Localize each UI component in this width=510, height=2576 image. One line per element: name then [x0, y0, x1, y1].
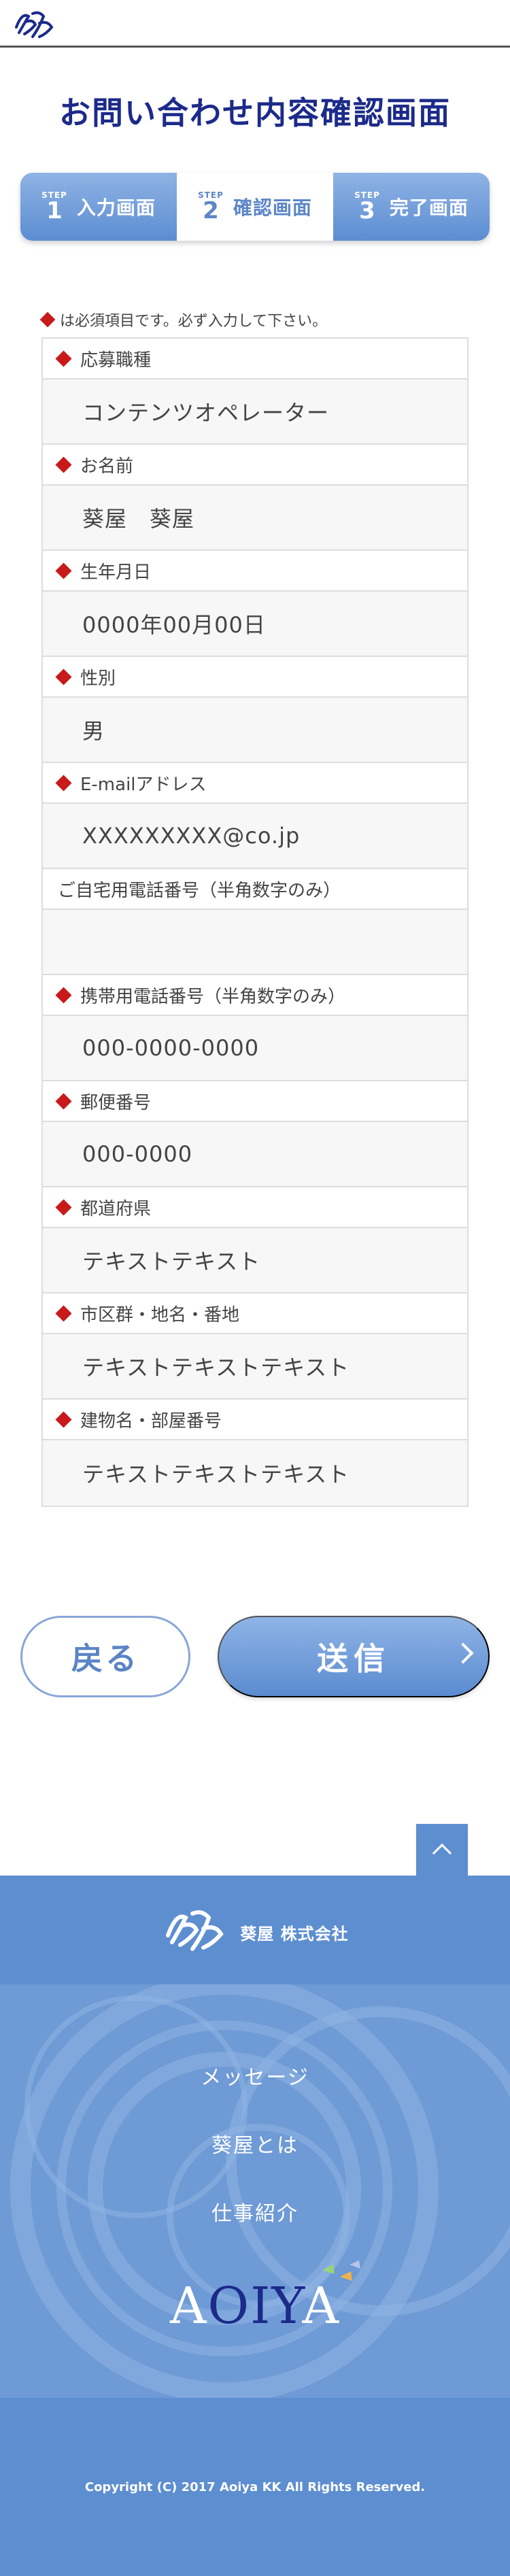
field-value-building: テキストテキストテキスト [43, 1440, 467, 1506]
required-diamond-icon [55, 1304, 72, 1322]
required-diamond-icon [55, 1092, 72, 1110]
footer-nav-works[interactable]: 仕事紹介 [0, 2194, 510, 2262]
chevron-up-icon [432, 1843, 452, 1863]
footer-nav-about[interactable]: 葵屋とは [0, 2126, 510, 2194]
footer-company: 葵屋 株式会社 [0, 1876, 510, 1984]
footer-nav: メッセージ 葵屋とは 仕事紹介 AOIYA [0, 1984, 510, 2398]
company-name: 葵屋 株式会社 [240, 1924, 349, 1944]
field-value-prefecture: テキストテキスト [43, 1228, 467, 1293]
required-diamond-icon [55, 986, 72, 1004]
required-diamond-icon [55, 774, 72, 792]
field-label-text: 応募職種 [80, 350, 152, 371]
required-diamond-icon [55, 350, 72, 367]
step-1: STEP 1 入力画面 [20, 173, 177, 241]
required-diamond-icon [55, 1198, 72, 1216]
field-label-job-type: 応募職種 [43, 339, 467, 379]
field-label-mobile-phone: 携帯用電話番号（半角数字のみ） [43, 975, 467, 1016]
field-value-mobile-phone: 000-0000-0000 [43, 1016, 467, 1081]
send-button-label: 送信 [317, 1641, 390, 1676]
aoiya-brand-logo: AOIYA [170, 2277, 340, 2335]
step-number: 1 [46, 197, 63, 224]
field-value-postal-code: 000-0000 [43, 1122, 467, 1187]
required-note-text: は必須項目です。必ず入力して下さい。 [60, 313, 328, 330]
field-value-birthdate: 0000年00月00日 [43, 592, 467, 657]
step-indicator: STEP 1 入力画面 STEP 2 確認画面 STEP 3 完了画面 [20, 173, 490, 241]
chevron-right-icon [452, 1642, 474, 1664]
field-label-text: 市区群・地名・番地 [80, 1304, 240, 1325]
field-value-home-phone [43, 910, 467, 975]
footer-bottom: Copyright (C) 2017 Aoiya KK All Rights R… [0, 2398, 510, 2576]
step-text: 確認画面 [233, 197, 312, 219]
field-label-text: 都道府県 [80, 1198, 152, 1219]
field-label-city-address: 市区群・地名・番地 [43, 1293, 467, 1334]
field-label-text: 郵便番号 [80, 1092, 152, 1113]
step-2: STEP 2 確認画面 [177, 173, 333, 241]
field-label-building: 建物名・部屋番号 [43, 1400, 467, 1440]
required-diamond-icon [55, 668, 72, 685]
field-label-postal-code: 郵便番号 [43, 1081, 467, 1122]
field-label-name: お名前 [43, 445, 467, 486]
footer-nav-list: メッセージ 葵屋とは 仕事紹介 [0, 1984, 510, 2262]
field-value-city-address: テキストテキストテキスト [43, 1334, 467, 1400]
field-label-prefecture: 都道府県 [43, 1187, 467, 1228]
confirmation-table: 応募職種 コンテンツオペレーター お名前 葵屋 葵屋 生年月日 0000年00月… [41, 337, 469, 1507]
field-value-email: XXXXXXXXX@co.jp [43, 804, 467, 869]
field-label-home-phone: ご自宅用電話番号（半角数字のみ） [43, 869, 467, 910]
header [0, 0, 510, 48]
field-label-text: ご自宅用電話番号（半角数字のみ） [58, 880, 341, 901]
field-value-name: 葵屋 葵屋 [43, 486, 467, 551]
aoiya-logo[interactable] [12, 7, 54, 41]
field-value-gender: 男 [43, 698, 467, 763]
aoiya-footer-logo [166, 1910, 224, 1951]
field-label-text: お名前 [80, 456, 134, 477]
step-text: 完了画面 [389, 197, 469, 219]
required-diamond-icon [55, 562, 72, 579]
page-top-button[interactable] [416, 1824, 468, 1876]
required-diamond-icon [55, 1410, 72, 1428]
page: お問い合わせ内容確認画面 STEP 1 入力画面 STEP 2 確認画面 STEP 3… [0, 0, 510, 2576]
step-3: STEP 3 完了画面 [333, 173, 490, 241]
field-label-text: 携帯用電話番号（半角数字のみ） [80, 986, 346, 1007]
form-buttons: 戻る 送信 [20, 1616, 490, 1697]
required-diamond-icon [55, 456, 72, 473]
footer-nav-message[interactable]: メッセージ [0, 2058, 510, 2126]
send-button[interactable]: 送信 [218, 1616, 490, 1697]
field-label-birthdate: 生年月日 [43, 551, 467, 592]
required-note: は必須項目です。必ず入力して下さい。 [39, 309, 510, 331]
required-diamond-icon [39, 311, 56, 328]
field-value-job-type: コンテンツオペレーター [43, 379, 467, 445]
field-label-email: E-mailアドレス [43, 763, 467, 804]
field-label-gender: 性別 [43, 657, 467, 698]
field-label-text: 建物名・部屋番号 [80, 1410, 222, 1431]
field-label-text: 生年月日 [80, 562, 152, 583]
step-number: 3 [359, 197, 375, 224]
step-number: 2 [203, 197, 219, 224]
copyright: Copyright (C) 2017 Aoiya KK All Rights R… [84, 2479, 426, 2494]
field-label-text: E-mailアドレス [80, 774, 207, 795]
back-button[interactable]: 戻る [20, 1616, 190, 1697]
page-title: お問い合わせ内容確認画面 [59, 95, 451, 131]
field-label-text: 性別 [80, 668, 116, 689]
step-text: 入力画面 [76, 197, 156, 219]
